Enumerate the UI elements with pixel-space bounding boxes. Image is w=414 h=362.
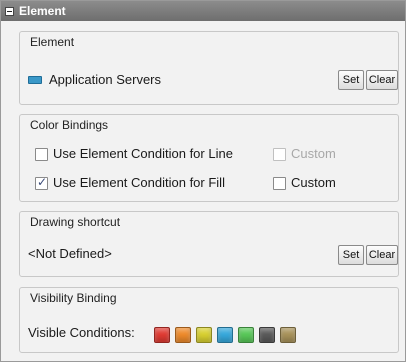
element-group-title: Element — [30, 35, 75, 49]
collapse-icon[interactable] — [5, 6, 14, 16]
condition-swatch-tan[interactable] — [280, 327, 296, 343]
visibility-binding-title: Visibility Binding — [30, 291, 117, 305]
element-properties-panel: Element Element Application Servers Set … — [0, 0, 406, 362]
shortcut-value: <Not Defined> — [28, 246, 112, 261]
shortcut-clear-button[interactable]: Clear — [366, 245, 398, 265]
color-bindings-title: Color Bindings — [30, 118, 109, 132]
line-custom-label: Custom — [291, 146, 336, 161]
condition-swatch-blue[interactable] — [217, 327, 233, 343]
drawing-shortcut-group: Drawing shortcut — [19, 211, 399, 277]
fill-condition-checkbox[interactable] — [35, 175, 48, 190]
visible-conditions-label: Visible Conditions: — [28, 325, 135, 340]
element-set-button[interactable]: Set — [338, 70, 364, 90]
condition-swatch-orange[interactable] — [175, 327, 191, 343]
panel-title: Element — [19, 4, 66, 18]
condition-swatch-yellow[interactable] — [196, 327, 212, 343]
server-icon — [28, 76, 42, 84]
element-name: Application Servers — [49, 72, 161, 87]
fill-custom-label: Custom — [291, 175, 336, 190]
visibility-binding-group: Visibility Binding — [19, 287, 399, 353]
line-custom-checkbox[interactable] — [273, 148, 286, 161]
panel-header[interactable]: Element — [1, 1, 405, 21]
line-condition-label: Use Element Condition for Line — [53, 146, 233, 161]
drawing-shortcut-title: Drawing shortcut — [30, 215, 121, 229]
fill-custom-checkbox[interactable] — [273, 177, 286, 190]
line-condition-checkbox[interactable] — [35, 148, 48, 161]
fill-condition-label: Use Element Condition for Fill — [53, 175, 225, 190]
condition-swatch-dark-gray[interactable] — [259, 327, 275, 343]
element-group: Element — [19, 31, 399, 105]
condition-swatch-green[interactable] — [238, 327, 254, 343]
shortcut-set-button[interactable]: Set — [338, 245, 364, 265]
element-clear-button[interactable]: Clear — [366, 70, 398, 90]
condition-swatch-red[interactable] — [154, 327, 170, 343]
